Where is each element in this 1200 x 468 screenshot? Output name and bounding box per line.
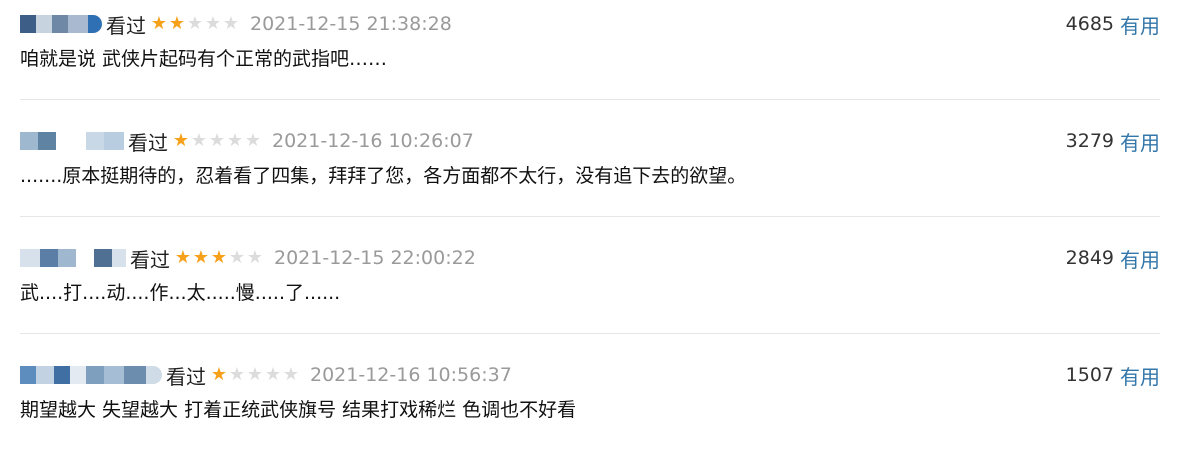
star-icon: ★ xyxy=(244,130,262,151)
comment-meta: 看过 ★ ★ ★ ★ ★ 2021-12-15 21:38:28 xyxy=(20,8,1160,40)
user-name-blurred[interactable] xyxy=(20,15,102,33)
comment-meta: 看过 ★ ★ ★ ★ ★ 2021-12-15 22:00:22 xyxy=(20,242,1160,274)
star-icon: ★ xyxy=(174,247,192,268)
user-name-blurred[interactable] xyxy=(20,249,126,267)
star-icon: ★ xyxy=(210,247,228,268)
star-icon: ★ xyxy=(186,13,204,34)
rating-stars: ★ ★ ★ ★ ★ xyxy=(174,249,264,267)
useful-button[interactable]: 有用 xyxy=(1120,244,1160,273)
vote-area: 1507 有用 xyxy=(1066,359,1160,391)
vote-count: 1507 xyxy=(1065,364,1114,386)
star-icon: ★ xyxy=(228,247,246,268)
vote-count: 2849 xyxy=(1065,247,1114,269)
star-icon: ★ xyxy=(228,364,246,385)
user-name-blurred[interactable] xyxy=(20,132,124,150)
comment-item: 看过 ★ ★ ★ ★ ★ 2021-12-16 10:56:37 1507 有用… xyxy=(20,351,1160,468)
vote-area: 2849 有用 xyxy=(1066,242,1160,274)
useful-button[interactable]: 有用 xyxy=(1120,10,1160,39)
star-icon: ★ xyxy=(246,364,264,385)
star-icon: ★ xyxy=(168,13,186,34)
vote-count: 3279 xyxy=(1065,130,1114,152)
rating-stars: ★ ★ ★ ★ ★ xyxy=(172,132,262,150)
star-icon: ★ xyxy=(150,13,168,34)
comment-item: 看过 ★ ★ ★ ★ ★ 2021-12-15 22:00:22 2849 有用… xyxy=(20,234,1160,351)
comment-meta: 看过 ★ ★ ★ ★ ★ 2021-12-16 10:26:07 xyxy=(20,125,1160,157)
comment-meta: 看过 ★ ★ ★ ★ ★ 2021-12-16 10:56:37 xyxy=(20,359,1160,391)
useful-button[interactable]: 有用 xyxy=(1120,127,1160,156)
comment-item: 看过 ★ ★ ★ ★ ★ 2021-12-16 10:26:07 3279 有用… xyxy=(20,117,1160,234)
watch-status: 看过 xyxy=(106,13,146,38)
comment-time: 2021-12-16 10:56:37 xyxy=(310,364,512,386)
star-icon: ★ xyxy=(264,364,282,385)
comment-time: 2021-12-15 22:00:22 xyxy=(274,247,476,269)
star-icon: ★ xyxy=(246,247,264,268)
star-icon: ★ xyxy=(282,364,300,385)
star-icon: ★ xyxy=(208,130,226,151)
star-icon: ★ xyxy=(210,364,228,385)
user-name-blurred[interactable] xyxy=(20,366,162,384)
star-icon: ★ xyxy=(190,130,208,151)
star-icon: ★ xyxy=(226,130,244,151)
divider xyxy=(20,99,1160,100)
comment-time: 2021-12-16 10:26:07 xyxy=(272,130,474,152)
comment-list: 看过 ★ ★ ★ ★ ★ 2021-12-15 21:38:28 4685 有用… xyxy=(0,0,1200,422)
rating-stars: ★ ★ ★ ★ ★ xyxy=(150,15,240,33)
useful-button[interactable]: 有用 xyxy=(1120,361,1160,390)
vote-area: 4685 有用 xyxy=(1066,8,1160,40)
watch-status: 看过 xyxy=(128,130,168,155)
comment-text: .......原本挺期待的，忍着看了四集，拜拜了您，各方面都不太行，没有追下去的… xyxy=(20,165,747,187)
comment-text: 咱就是说 武侠片起码有个正常的武指吧…… xyxy=(20,48,388,70)
comment-text: 武....打....动....作...太.....慢.....了...... xyxy=(20,282,341,304)
divider xyxy=(20,333,1160,334)
comment-text: 期望越大 失望越大 打着正统武侠旗号 结果打戏稀烂 色调也不好看 xyxy=(20,399,577,421)
star-icon: ★ xyxy=(172,130,190,151)
star-icon: ★ xyxy=(204,13,222,34)
watch-status: 看过 xyxy=(166,364,206,389)
star-icon: ★ xyxy=(222,13,240,34)
vote-count: 4685 xyxy=(1065,13,1114,35)
rating-stars: ★ ★ ★ ★ ★ xyxy=(210,366,300,384)
watch-status: 看过 xyxy=(130,247,170,272)
star-icon: ★ xyxy=(192,247,210,268)
vote-area: 3279 有用 xyxy=(1066,125,1160,157)
divider xyxy=(20,216,1160,217)
comment-time: 2021-12-15 21:38:28 xyxy=(250,13,452,35)
comment-item: 看过 ★ ★ ★ ★ ★ 2021-12-15 21:38:28 4685 有用… xyxy=(20,0,1160,117)
